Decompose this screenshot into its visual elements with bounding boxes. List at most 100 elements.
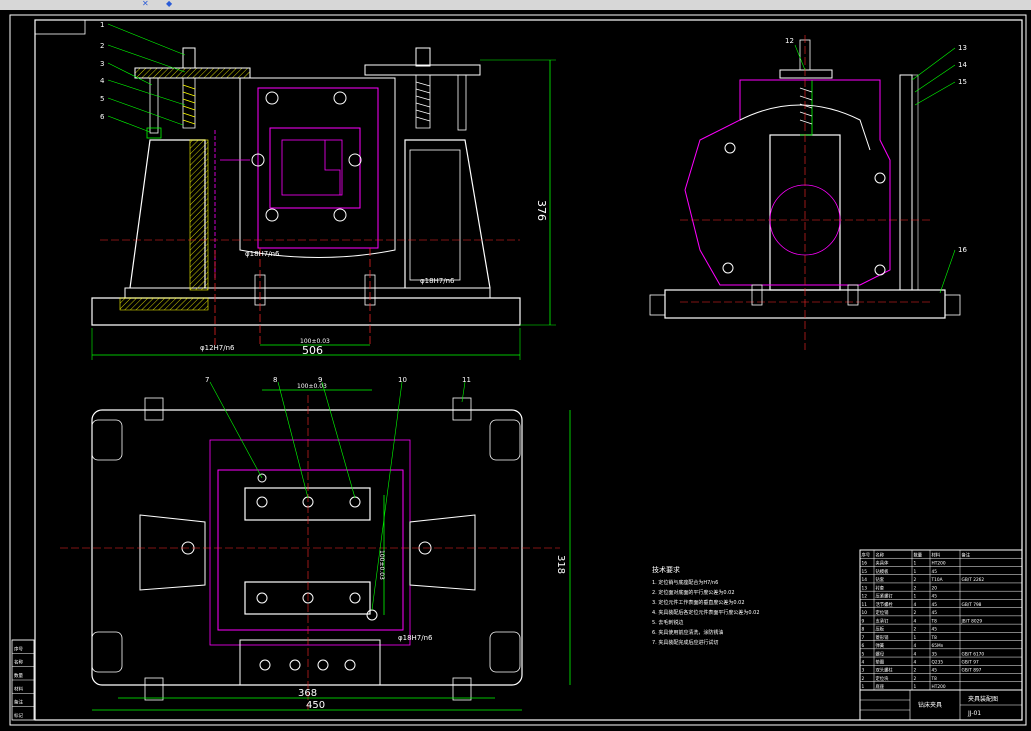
- bom-cell: 9: [862, 618, 865, 624]
- bom-cell: 1: [914, 561, 917, 567]
- bom-cell: 压板: [876, 626, 885, 633]
- front-view: [91, 47, 556, 360]
- bom-cell: 钻套: [876, 576, 885, 583]
- top-height-dim: 318: [555, 555, 566, 574]
- bom-cell: GB/T 97: [962, 659, 979, 665]
- bom-cell: 16: [862, 561, 868, 567]
- bom-cell: 20: [932, 585, 938, 591]
- leader-3: 3: [100, 60, 104, 68]
- leader-2: 2: [100, 42, 104, 50]
- strip-label: 数量: [14, 672, 23, 679]
- note-line: 4. 夹具装配后各定位元件表面平行度公差为0.02: [652, 609, 760, 616]
- bom-cell: 4: [914, 659, 917, 665]
- bom-cell: 1: [914, 635, 917, 641]
- leader-7: 7: [205, 376, 209, 384]
- bom-cell: T8: [931, 676, 938, 682]
- leader-5: 5: [100, 95, 104, 103]
- leader-13: 13: [958, 44, 967, 52]
- front-fit-left: φ12H7/n6: [200, 344, 235, 352]
- bom-table: 序号 名称 数量 材料 备注16 夹具体 1 HT20015 钻模板 1 4514 钻套 2 T10A GB…: [859, 549, 1023, 691]
- leader-1: 1: [100, 21, 104, 29]
- bom-cell: T8: [931, 635, 938, 641]
- front-width-dim: 506: [302, 344, 323, 357]
- bom-cell: 压紧螺钉: [876, 593, 894, 600]
- bom-cell: 15: [862, 569, 868, 575]
- side-view: [649, 35, 961, 350]
- front-fit-right: φ18H7/n6: [420, 277, 455, 285]
- bom-cell: 65Mn: [932, 643, 944, 649]
- bom-cell: HT200: [932, 684, 946, 690]
- note-line: 5. 去毛刺锐边: [652, 619, 683, 626]
- bom-cell: 12: [862, 594, 868, 600]
- bom-cell: 45: [932, 627, 938, 633]
- top-width-inner-dim: 368: [298, 688, 317, 699]
- bom-cell: 衬套: [876, 584, 885, 591]
- bom-header-cell: 名称: [876, 551, 885, 558]
- leader-4: 4: [100, 77, 105, 85]
- cad-drawing: 506 376 φ12H7/n6 φ18H7/n6 φ18H7/n6 100±0…: [9, 14, 1027, 726]
- bom-cell: GB/T 897: [962, 668, 982, 674]
- bom-header-cell: 数量: [914, 551, 923, 558]
- bom-cell: 45: [932, 594, 938, 600]
- bom-cell: JB/T 8029: [961, 618, 983, 624]
- bom-cell: 2: [914, 577, 917, 583]
- bom-cell: 2: [914, 627, 917, 633]
- bom-cell: 2: [914, 668, 917, 674]
- bom-cell: 45: [932, 602, 938, 608]
- snap-icon[interactable]: ✕: [142, 0, 150, 8]
- technical-notes: 技术要求 1. 定位销与底座配合为H7/n6 2. 定位面对底面的平行度公差为0…: [652, 565, 760, 646]
- bom-cell: 4: [862, 659, 865, 665]
- bom-cell: 4: [914, 651, 917, 657]
- note-line: 7. 夹具装配完成后应进行试切: [652, 639, 718, 646]
- bom-cell: 支承钉: [876, 617, 890, 624]
- bom-cell: 1: [862, 684, 865, 690]
- strip-label: 材料: [14, 685, 23, 692]
- title-company: 夹具装配图: [968, 695, 998, 703]
- bom-cell: 1: [914, 594, 917, 600]
- bom-cell: 14: [862, 577, 868, 583]
- bom-cell: GB/T 6170: [962, 651, 985, 657]
- bom-cell: 2: [914, 610, 917, 616]
- bom-cell: 定位块: [876, 675, 890, 682]
- leader-8: 8: [273, 376, 277, 384]
- bom-cell: 3: [862, 668, 865, 674]
- leader-10: 10: [398, 376, 407, 384]
- bom-header-cell: 材料: [932, 551, 941, 558]
- cad-toolbar: ✕ ◆: [0, 0, 1031, 10]
- bom-cell: Q235: [932, 659, 944, 665]
- bom-cell: 底座: [876, 683, 885, 690]
- bom-cell: 13: [862, 585, 868, 591]
- top-view: [60, 389, 571, 711]
- left-revision-strip: 序号名称数量材料备注标记: [11, 639, 35, 721]
- bom-cell: 45: [932, 668, 938, 674]
- strip-label: 序号: [14, 645, 23, 652]
- bom-cell: 2: [862, 676, 865, 682]
- layer-icon[interactable]: ◆: [166, 0, 174, 8]
- strip-label: 备注: [14, 699, 23, 706]
- strip-label: 标记: [14, 712, 23, 719]
- leader-12: 12: [785, 37, 794, 45]
- note-line: 2. 定位面对底面的平行度公差为0.02: [652, 589, 735, 596]
- note-line: 1. 定位销与底座配合为H7/n6: [652, 579, 718, 586]
- bom-cell: 45: [932, 569, 938, 575]
- note-line: 6. 夹具使用前应清洗，涂防锈油: [652, 629, 723, 636]
- bom-cell: 4: [914, 602, 917, 608]
- top-leaders: [209, 381, 466, 611]
- bom-cell: GB/T 798: [962, 602, 982, 608]
- bom-cell: 4: [914, 618, 917, 624]
- bom-header-cell: 序号: [862, 551, 871, 558]
- bom-cell: 定位销: [876, 609, 890, 616]
- leader-11: 11: [462, 376, 471, 384]
- bom-header-cell: 备注: [962, 551, 971, 558]
- bom-cell: GB/T 2262: [962, 577, 985, 583]
- leader-15: 15: [958, 78, 967, 86]
- note-line: 3. 定位元件工作表面的垂直度公差为0.02: [652, 599, 745, 606]
- bom-cell: 双头螺柱: [876, 667, 894, 674]
- bom-cell: 10: [862, 610, 868, 616]
- bom-cell: 1: [914, 684, 917, 690]
- bom-cell: 活节螺栓: [876, 601, 894, 608]
- front-center-dim: 100±0.03: [300, 338, 330, 345]
- title-name: 钻床夹具: [918, 701, 942, 709]
- bom-cell: 夹具体: [876, 560, 890, 567]
- leader-16: 16: [958, 246, 967, 254]
